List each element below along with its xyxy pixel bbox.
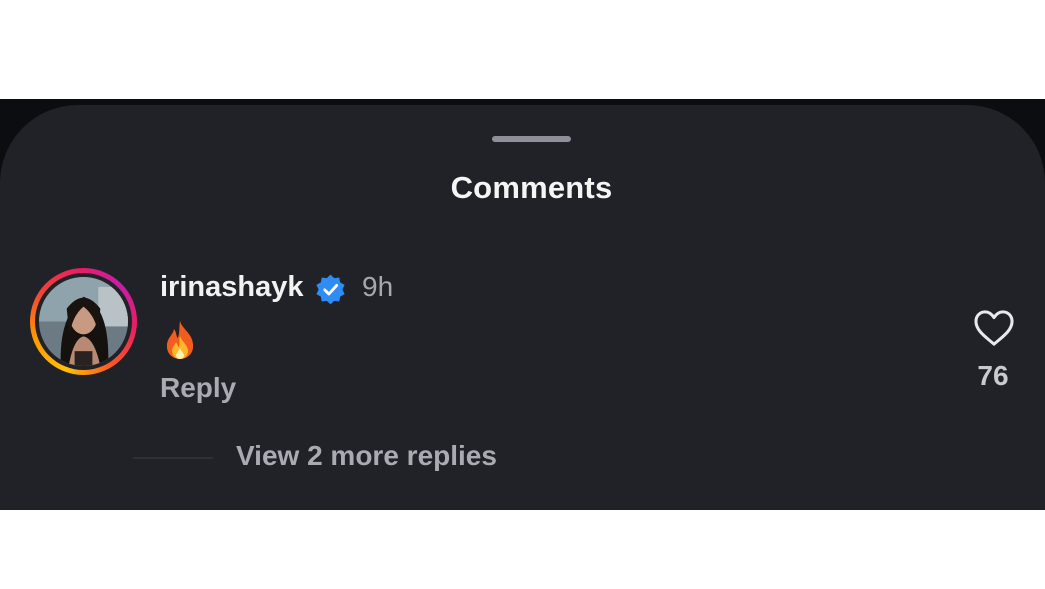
sheet-title: Comments xyxy=(450,170,613,205)
fire-emoji-icon xyxy=(166,321,194,359)
replies-divider xyxy=(133,457,213,459)
comments-sheet xyxy=(0,105,1045,510)
like-count: 76 xyxy=(977,360,1009,391)
drag-handle[interactable] xyxy=(492,136,571,142)
reply-button[interactable]: Reply xyxy=(160,372,236,404)
comment-username[interactable]: irinashayk xyxy=(160,271,303,304)
view-more-replies-button[interactable]: View 2 more replies xyxy=(236,440,497,472)
story-ring[interactable] xyxy=(30,268,137,375)
avatar[interactable] xyxy=(39,277,128,366)
comment-timestamp: 9h xyxy=(362,271,394,302)
verified-badge-icon xyxy=(316,274,345,305)
heart-outline-icon[interactable] xyxy=(973,309,1015,347)
